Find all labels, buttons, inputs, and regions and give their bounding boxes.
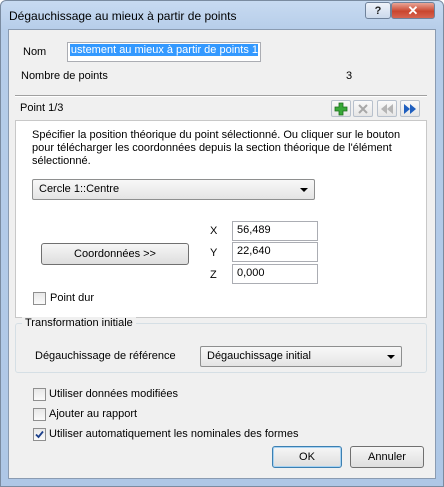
initial-transform-title: Transformation initiale (22, 317, 136, 329)
delete-point-button[interactable] (353, 100, 373, 117)
ok-button[interactable]: OK (272, 446, 342, 468)
reference-alignment-label: Dégauchissage de référence (35, 350, 176, 362)
hard-point-checkbox[interactable] (33, 292, 46, 305)
x-icon (358, 103, 368, 114)
reference-alignment-value: Dégauchissage initial (207, 350, 311, 362)
help-button[interactable]: ? (365, 2, 391, 19)
name-label: Nom (23, 46, 47, 58)
instructions-text: Spécifier la position théorique du point… (32, 129, 401, 167)
point-panel: Spécifier la position théorique du point… (15, 120, 427, 318)
use-modified-data-label: Utiliser données modifiées (49, 388, 179, 400)
z-label: Z (210, 269, 217, 281)
add-point-button[interactable] (331, 100, 351, 117)
coordinates-button[interactable]: Coordonnées >> (41, 243, 189, 265)
auto-nominals-checkbox[interactable] (33, 428, 46, 441)
cancel-button[interactable]: Annuler (350, 446, 424, 468)
checkmark-icon (35, 430, 44, 439)
point-count-value: 3 (346, 70, 353, 82)
point-index-label: Point 1/3 (20, 102, 64, 114)
chevron-down-icon (300, 188, 308, 192)
plus-icon (334, 102, 348, 115)
y-label: Y (210, 247, 218, 259)
use-modified-data-checkbox[interactable] (33, 388, 46, 401)
z-input[interactable]: 0,000 (232, 264, 318, 284)
name-input[interactable]: ustement au mieux à partir de points 1 (67, 42, 261, 62)
next-point-button[interactable] (400, 100, 420, 117)
chevron-down-icon (387, 355, 395, 359)
x-label: X (210, 225, 218, 237)
close-button[interactable]: ✕ (391, 2, 435, 19)
name-input-value: ustement au mieux à partir de points 1 (70, 44, 258, 56)
x-input[interactable]: 56,489 (232, 221, 318, 241)
add-to-report-label: Ajouter au rapport (49, 408, 138, 420)
double-left-icon (381, 103, 393, 114)
title-bar[interactable]: Dégauchissage au mieux à partir de point… (1, 1, 443, 29)
feature-select-value: Cercle 1::Centre (39, 183, 120, 195)
hard-point-label: Point dur (50, 292, 95, 304)
dialog-body: Nom ustement au mieux à partir de points… (8, 29, 436, 479)
add-to-report-checkbox[interactable] (33, 408, 46, 421)
auto-nominals-label: Utiliser automatiquement les nominales d… (49, 428, 299, 440)
dialog-window: Dégauchissage au mieux à partir de point… (0, 0, 444, 487)
feature-select[interactable]: Cercle 1::Centre (32, 179, 315, 200)
separator (15, 95, 427, 97)
double-right-icon (404, 103, 416, 114)
reference-alignment-select[interactable]: Dégauchissage initial (200, 346, 402, 367)
window-title: Dégauchissage au mieux à partir de point… (9, 9, 237, 23)
point-count-label: Nombre de points (21, 70, 108, 82)
y-input[interactable]: 22,640 (232, 242, 318, 262)
previous-point-button[interactable] (377, 100, 397, 117)
